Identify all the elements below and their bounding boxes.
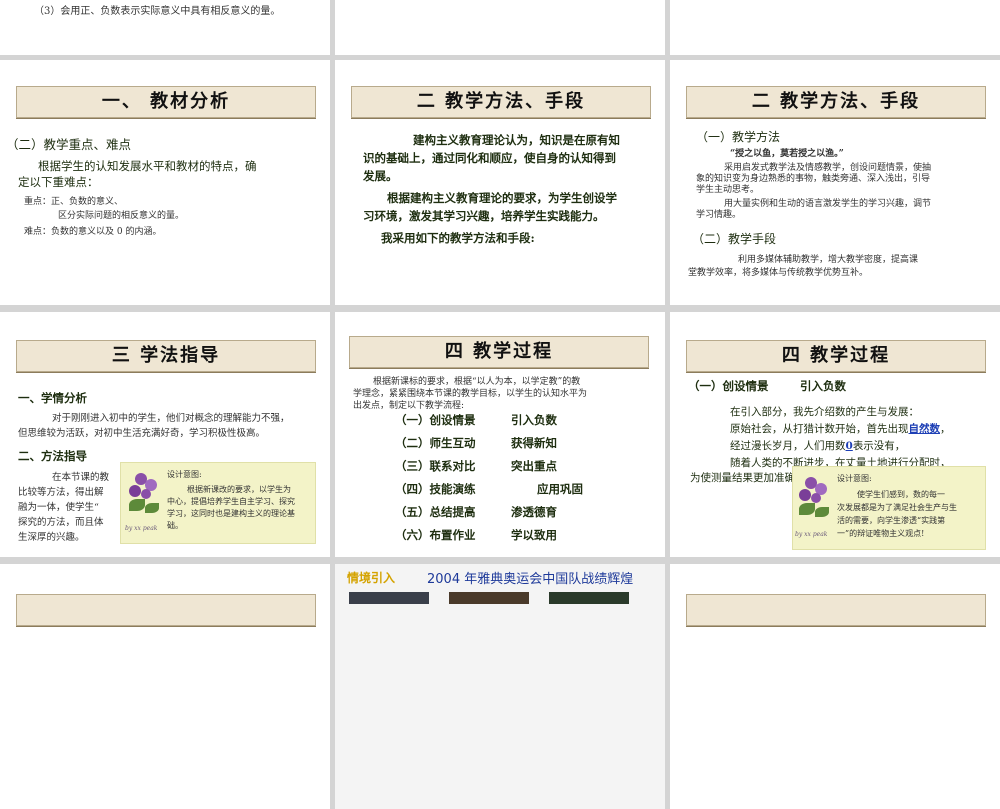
key-point-line: 区分实际问题的相反意义的量。 [58,211,185,221]
paragraph-line: 根据学生的认知发展水平和教材的特点，确 [38,159,257,173]
paragraph-line: 对于刚刚进入初中的学生，他们对概念的理解能力不强， [52,413,290,424]
slide-title: 二 教学方法、手段 [351,86,651,118]
note-line: 使学生们感到，数的每一 [857,490,945,499]
key-point-line: 重点：正、负数的意义、 [24,197,124,207]
note-title: 设计意图: [167,470,202,479]
paragraph-line: 发展。 [363,169,398,183]
slide-prev-1[interactable]: （3）会用正、负数表示实际意义中具有相反意义的量。 [0,0,330,55]
photo-thumbnail[interactable] [549,592,629,604]
text-segment: 原始社会，从打猎计数开始，首先出现 [730,423,909,435]
natural-number-link[interactable]: 自然数 [909,423,941,435]
slide-study-guidance[interactable]: 三 学法指导 一、学情分析 对于刚刚进入初中的学生，他们对概念的理解能力不强， … [0,312,330,557]
photo-thumbnail[interactable] [449,592,529,604]
note-line: 根据新课改的要求，以学生为 [187,485,291,494]
step-name: （六）布置作业 [395,528,476,542]
paragraph-line: 经过漫长岁月，人们用数0表示没有， [730,438,905,453]
violet-flower-icon [125,469,165,524]
step-desc: 渗透德育 [511,505,557,519]
text-segment: ， [940,423,951,435]
text-segment: 经过漫长岁月，人们用数 [730,440,846,452]
paragraph-line: 但思维较为活跃，对初中生活充满好奇，学习积极性极高。 [18,428,266,439]
step-desc: 突出重点 [511,459,557,473]
paragraph-line: 根据建构主义教育理论的要求，为学生创设学 [387,191,617,205]
note-title: 设计意图: [837,474,872,483]
paragraph-line: 习环境，激发其学习兴趣，培养学生实践能力。 [363,209,605,223]
objective-line: （3）会用正、负数表示实际意义中具有相反意义的量。 [34,6,281,17]
section-heading: 二、方法指导 [18,449,87,463]
paragraph-line: 为使测量结果更加准确 [690,472,795,484]
step-name: （二）师生互动 [395,436,476,450]
signature-text: by xx peak [795,531,828,538]
section-subheading: 引入负数 [800,379,846,393]
step-desc: 引入负数 [511,413,557,427]
paragraph-line: 生深厚的兴趣。 [18,532,85,543]
slide-next-3[interactable] [670,564,1000,809]
slide-prev-2[interactable] [335,0,665,55]
intro-line: 出发点，制定以下教学流程: [353,401,465,411]
design-note-box: by xx peak 设计意图: 根据新课改的要求，以学生为 中心，提倡培养学生… [120,462,316,544]
paragraph-line: 我采用如下的教学方法和手段: [381,231,535,245]
step-desc: 获得新知 [511,436,557,450]
step-name: （一）创设情景 [395,413,476,427]
step-name: （五）总结提高 [395,505,476,519]
scenario-caption: 2004 年雅典奥运会中国队战绩辉煌 [427,572,634,587]
note-line: 次发展都是为了满足社会生产与生 [837,503,957,512]
slide-title: 一、 教材分析 [16,86,316,118]
paragraph-line: 原始社会，从打猎计数开始，首先出现自然数， [730,421,951,436]
step-name: （四）技能演练 [395,482,476,496]
slide-title: 四 教学过程 [349,336,649,368]
section-heading: 一、学情分析 [18,391,87,405]
section-heading: （一）创设情景 [688,379,769,393]
paragraph-line: 堂教学效率，将多媒体与传统教学优势互补。 [688,268,869,278]
section-heading: （一）教学方法 [696,130,781,144]
paragraph-line: 定以下重难点： [18,175,99,189]
note-line: 中心，提倡培养学生自主学习、探究 [167,497,295,506]
slide-scenario-intro[interactable]: 情境引入 2004 年雅典奥运会中国队战绩辉煌 [335,564,665,809]
paragraph-line: 识的基础上，通过同化和顺应，使自身的认知得到 [363,151,616,165]
paragraph-line: 比较等方法，得出解 [18,487,104,498]
section-heading: （二）教学手段 [692,232,777,246]
paragraph-line: 用大量实例和生动的语言激发学生的学习兴趣，调节 [724,199,932,209]
slide-teaching-process[interactable]: 四 教学过程 根据新课标的要求，根据“以人为本，以学定教”的教 学理念，紧紧围绕… [335,312,665,557]
paragraph-line: 学习情趣。 [696,210,742,220]
slide-title-partial [16,594,316,626]
paragraph-line: 学生主动思考。 [696,185,760,195]
violet-flower-icon [795,473,835,528]
paragraph-line: 在引入部分，我先介绍数的产生与发展： [730,406,919,418]
paragraph-line: 探究的方法，而且体 [18,517,104,528]
photo-thumbnail[interactable] [349,592,429,604]
paragraph-line: 建构主义教育理论认为，知识是在原有知 [413,133,620,147]
signature-text: by xx peak [125,525,158,532]
slide-prev-3[interactable] [670,0,1000,55]
slide-next-1[interactable] [0,564,330,809]
paragraph-line: 利用多媒体辅助教学，增大教学密度，提高课 [738,255,919,265]
paragraph-line: 融为一体，使学生“ [18,502,99,513]
design-note-box: by xx peak 设计意图: 使学生们感到，数的每一 次发展都是为了满足社会… [792,466,986,550]
paragraph-line: 在本节课的教 [52,472,110,483]
slide-teaching-process-intro[interactable]: 四 教学过程 （一）创设情景 引入负数 在引入部分，我先介绍数的产生与发展： 原… [670,312,1000,557]
slide-teaching-methods-detail[interactable]: 二 教学方法、手段 （一）教学方法 “授之以鱼，莫若授之以渔。” 采用启发式教学… [670,60,1000,305]
scenario-label: 情境引入 [347,571,396,585]
note-line: 础。 [167,521,183,530]
slide-title: 四 教学过程 [686,340,986,372]
step-desc: 学以致用 [511,528,557,542]
quote-line: “授之以鱼，莫若授之以渔。” [730,149,844,159]
note-line: 学习，这同时也是建构主义的理论基 [167,509,295,518]
section-heading: （二）教学重点、难点 [6,137,132,152]
slide-title-partial [686,594,986,626]
difficulty-line: 难点：负数的意义以及 0 的内涵。 [24,227,162,237]
slide-title: 二 教学方法、手段 [686,86,986,118]
step-desc: 应用巩固 [537,482,583,496]
slide-title: 三 学法指导 [16,340,316,372]
zero-link[interactable]: 0 [846,440,853,452]
text-segment: 表示没有， [852,440,906,452]
step-name: （三）联系对比 [395,459,476,473]
slide-teaching-methods[interactable]: 二 教学方法、手段 建构主义教育理论认为，知识是在原有知 识的基础上，通过同化和… [335,60,665,305]
note-line: 一”的辩证唯物主义观点! [837,529,925,538]
note-line: 活的需要，向学生渗透“实践第 [837,516,946,525]
slide-textbook-analysis[interactable]: 一、 教材分析 （二）教学重点、难点 根据学生的认知发展水平和教材的特点，确 定… [0,60,330,305]
